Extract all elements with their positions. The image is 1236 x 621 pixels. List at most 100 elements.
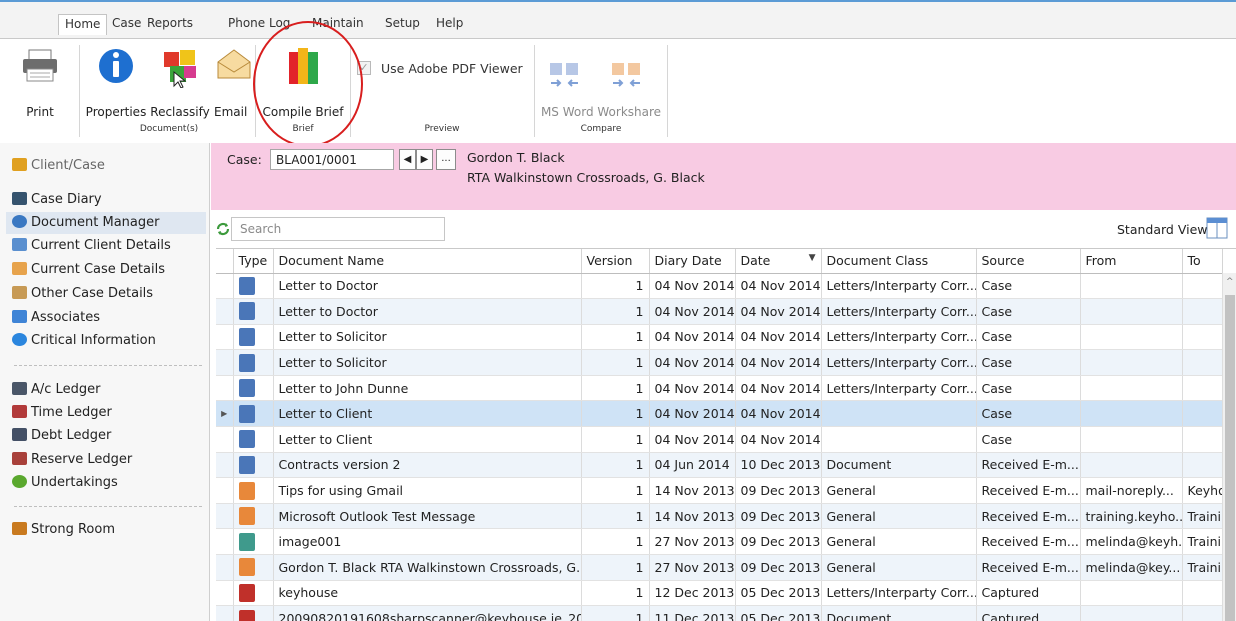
nav-strong-room[interactable]: Strong Room (12, 519, 115, 541)
table-row[interactable]: Letter to Solicitor 1 04 Nov 2014 04 Nov 20… (216, 324, 1223, 351)
cell-cls: General (821, 528, 977, 556)
use-pdf-checkbox[interactable]: ✓ (357, 61, 371, 75)
tab-phone-log[interactable]: Phone Log (228, 16, 290, 30)
strong-room-icon (12, 522, 27, 535)
row-indicator[interactable]: ▶ (216, 400, 234, 428)
nav-undertakings[interactable]: Undertakings (12, 472, 118, 494)
cell-source: Received E-m... (976, 477, 1081, 504)
workshare-compare-icon (612, 63, 640, 87)
tab-home[interactable]: Home (58, 14, 108, 35)
search-input[interactable]: Search (231, 217, 445, 241)
row-indicator[interactable] (216, 554, 234, 581)
nav-ac-ledger[interactable]: A/c Ledger (12, 379, 100, 401)
print-button[interactable]: Print (14, 36, 66, 124)
cell-diary: 27 Nov 2013 (649, 528, 736, 556)
nav-associates[interactable]: Associates (12, 307, 100, 329)
next-case-button[interactable]: ▶ (416, 149, 433, 170)
tab-setup[interactable]: Setup (385, 16, 420, 30)
column-header-document-class[interactable]: Document Class (821, 249, 977, 274)
table-row[interactable]: Letter to Solicitor 1 04 Nov 2014 04 Nov 20… (216, 349, 1223, 376)
cell-source: Received E-m... (976, 554, 1081, 581)
cell-name: 20090820191608sharpscanner@keyhouse.ie_2… (273, 605, 582, 621)
column-header-document-name[interactable]: Document Name (273, 249, 582, 274)
scroll-up-icon[interactable]: ^ (1226, 277, 1234, 287)
tab-reports[interactable]: Reports (147, 16, 193, 30)
table-row[interactable]: keyhouse 1 12 Dec 2013 05 Dec 2013 Letters/I… (216, 580, 1223, 607)
cell-from: melinda@keyh... (1080, 528, 1183, 556)
vertical-scrollbar[interactable]: ^ (1222, 273, 1236, 621)
case-input[interactable]: BLA001/0001 (270, 149, 394, 170)
nav-other-case-details[interactable]: Other Case Details (12, 283, 153, 305)
column-header-diary-date[interactable]: Diary Date (649, 249, 736, 274)
folder-icon (12, 286, 27, 299)
table-row[interactable]: ▶ Letter to Client 1 04 Nov 2014 04 Nov 2014… (216, 400, 1223, 428)
nav-current-case-details[interactable]: Current Case Details (12, 259, 165, 281)
word-document-icon (238, 404, 255, 423)
cell-source: Case (976, 349, 1081, 376)
row-indicator[interactable] (216, 426, 234, 453)
table-row[interactable]: Microsoft Outlook Test Message 1 14 Nov 20… (216, 503, 1223, 530)
table-row[interactable]: 20090820191608sharpscanner@keyhouse.ie_2… (216, 605, 1223, 621)
column-header-date[interactable]: Date ▼ (735, 249, 822, 274)
properties-button[interactable]: Properties (84, 36, 148, 124)
table-row[interactable]: Letter to Doctor 1 04 Nov 2014 04 Nov 2014 L… (216, 273, 1223, 300)
table-row[interactable]: Contracts version 2 1 04 Jun 2014 10 Dec 20… (216, 452, 1223, 479)
cell-cls (821, 400, 977, 428)
row-indicator[interactable] (216, 298, 234, 325)
view-selector[interactable]: Standard View (1117, 222, 1208, 237)
table-row[interactable]: Tips for using Gmail 1 14 Nov 2013 09 Dec 2… (216, 477, 1223, 504)
nav-time-ledger[interactable]: Time Ledger (12, 402, 112, 424)
column-header-to[interactable]: To (1182, 249, 1223, 274)
nav-document-manager[interactable]: Document Manager (6, 212, 206, 234)
table-row[interactable]: image001 1 27 Nov 2013 09 Dec 2013 General Re… (216, 528, 1223, 556)
cell-from (1080, 273, 1183, 300)
row-indicator[interactable] (216, 324, 234, 351)
scrollbar-thumb[interactable] (1225, 295, 1235, 621)
ms-word-workshare-button[interactable]: MS Word Workshare (538, 36, 664, 124)
word-document-icon (238, 276, 255, 295)
table-row[interactable]: Letter to Client 1 04 Nov 2014 04 Nov 2014 C… (216, 426, 1223, 453)
mail-document-icon (238, 507, 255, 526)
compile-brief-button[interactable]: Compile Brief (258, 36, 348, 124)
table-row[interactable]: Letter to John Dunne 1 04 Nov 2014 04 Nov 2… (216, 375, 1223, 402)
browse-case-button[interactable]: ... (436, 149, 456, 170)
cell-cls: Letters/Interparty Corr... (821, 349, 977, 376)
column-header-version[interactable]: Version (581, 249, 650, 274)
column-header-from[interactable]: From (1080, 249, 1183, 274)
row-indicator[interactable] (216, 375, 234, 402)
row-indicator[interactable] (216, 273, 234, 300)
nav-reserve-ledger[interactable]: Reserve Ledger (12, 449, 132, 471)
nav-case-diary[interactable]: Case Diary (12, 189, 102, 211)
pdf-document-icon (238, 583, 255, 602)
row-indicator[interactable] (216, 349, 234, 376)
left-navigation: Client/Case Case Diary Document Manager … (0, 143, 210, 621)
nav-critical-information[interactable]: Critical Information (12, 330, 156, 352)
row-indicator[interactable] (216, 528, 234, 556)
tab-maintain[interactable]: Maintain (312, 16, 364, 30)
nav-client-case[interactable]: Client/Case (12, 155, 105, 177)
column-header-type[interactable]: Type (233, 249, 274, 274)
nav-debt-ledger[interactable]: Debt Ledger (12, 425, 111, 447)
tab-help[interactable]: Help (436, 16, 463, 30)
nav-current-client-details[interactable]: Current Client Details (12, 235, 171, 257)
cell-to (1182, 605, 1223, 621)
table-row[interactable]: Letter to Doctor 1 04 Nov 2014 04 Nov 2014 L… (216, 298, 1223, 325)
email-button[interactable]: Email (214, 36, 254, 124)
row-indicator[interactable] (216, 477, 234, 504)
tab-case[interactable]: Case (112, 16, 141, 30)
sort-desc-icon: ▼ (808, 253, 816, 264)
reclassify-button[interactable]: Reclassify (148, 36, 212, 124)
column-header-source[interactable]: Source (976, 249, 1081, 274)
row-indicator[interactable] (216, 503, 234, 530)
table-row[interactable]: Gordon T. Black RTA Walkinstown Crossroa… (216, 554, 1223, 581)
cell-version: 1 (581, 477, 650, 504)
previous-case-button[interactable]: ◀ (399, 149, 416, 170)
row-indicator[interactable] (216, 605, 234, 621)
row-indicator[interactable] (216, 580, 234, 607)
row-indicator[interactable] (216, 452, 234, 479)
cell-name: Letter to Doctor (273, 298, 582, 325)
refresh-icon[interactable] (215, 221, 231, 237)
cell-cls: Document (821, 452, 977, 479)
grid-view-icon[interactable] (1206, 217, 1228, 239)
cell-name: Letter to Client (273, 426, 582, 453)
